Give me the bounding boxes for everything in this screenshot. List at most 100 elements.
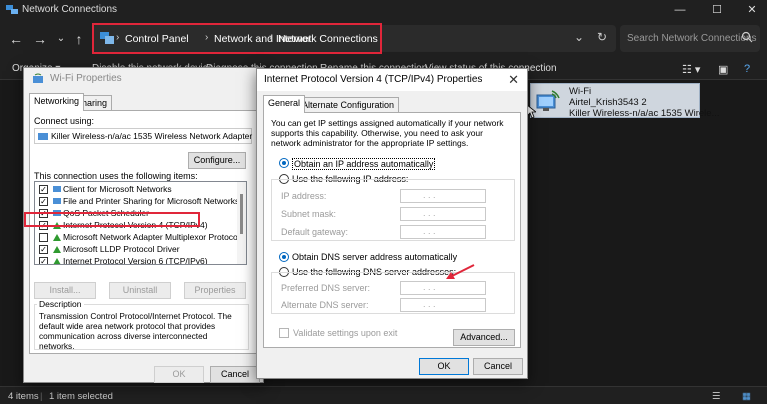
list-item-label: Microsoft LLDP Protocol Driver [63, 244, 180, 254]
wifi-properties-titlebar: Wi-Fi Properties [24, 68, 263, 90]
validate-settings-label: Validate settings upon exit [293, 328, 398, 338]
ipv4-properties-dialog: Internet Protocol Version 4 (TCP/IPv4) P… [256, 68, 528, 379]
list-item-label: Client for Microsoft Networks [63, 184, 172, 194]
search-box[interactable]: Search Network Connections [620, 25, 760, 52]
mouse-cursor-icon [527, 105, 536, 119]
list-item[interactable]: Microsoft Network Adapter Multiplexor Pr… [39, 232, 240, 244]
status-item-count: 4 items [8, 391, 39, 402]
checkbox-checked-icon[interactable]: ✓ [39, 257, 48, 264]
subnet-mask-label: Subnet mask: [281, 209, 337, 219]
view-options-icon[interactable]: ☷ ▾ [682, 63, 700, 76]
ip-address-field[interactable]: . . . [400, 189, 486, 203]
forward-icon[interactable]: → [30, 29, 50, 49]
obtain-dns-auto-label[interactable]: Obtain DNS server address automatically [292, 252, 457, 262]
wifi-adapter-card[interactable]: Wi-Fi Airtel_Krish3543 2 Killer Wireless… [530, 83, 719, 119]
details-view-icon[interactable]: ☰ [712, 391, 721, 402]
refresh-icon[interactable]: ↻ [597, 30, 607, 44]
address-dropdown-icon[interactable]: ⌄ [574, 30, 584, 44]
maximize-icon[interactable]: ☐ [705, 2, 729, 18]
connect-using-label: Connect using: [34, 116, 95, 126]
default-gateway-label: Default gateway: [281, 227, 349, 237]
breadcrumb-network-connections[interactable]: Network Connections [278, 33, 378, 45]
close-icon[interactable]: ✕ [740, 2, 764, 18]
subnet-mask-field[interactable]: . . . [400, 207, 486, 221]
close-icon[interactable]: ✕ [508, 72, 519, 88]
cancel-button[interactable]: Cancel [210, 366, 260, 383]
help-icon[interactable]: ? [744, 63, 750, 75]
adapter-icon [38, 133, 48, 140]
recent-chevron-icon[interactable]: ⌄ [51, 29, 71, 49]
protocol-icon [53, 234, 61, 241]
control-panel-icon [100, 32, 114, 44]
tab-alternate-configuration[interactable]: Alternate Configuration [297, 97, 400, 113]
printer-sharing-icon [53, 198, 61, 204]
list-item-label: Internet Protocol Version 6 (TCP/IPv6) [63, 256, 208, 265]
window-title: Network Connections [22, 4, 118, 15]
status-bar: 4 items | 1 item selected ☰ ▦ [0, 386, 767, 404]
list-item[interactable]: ✓ Internet Protocol Version 6 (TCP/IPv6) [39, 256, 239, 265]
preview-pane-icon[interactable]: ▣ [718, 63, 728, 76]
obtain-ip-auto-label[interactable]: Obtain an IP address automatically [292, 158, 436, 170]
scrollbar-thumb[interactable] [240, 194, 243, 234]
items-label: This connection uses the following items… [34, 171, 198, 181]
red-arrow-annotation-icon [446, 264, 475, 279]
search-icon [741, 31, 753, 43]
uninstall-button[interactable]: Uninstall [109, 282, 171, 299]
cancel-button[interactable]: Cancel [473, 358, 523, 375]
checkbox-checked-icon[interactable]: ✓ [39, 185, 48, 194]
list-item[interactable]: ✓ File and Printer Sharing for Microsoft … [39, 196, 239, 208]
back-icon[interactable]: ← [6, 29, 26, 49]
configure-button[interactable]: Configure... [188, 152, 246, 169]
advanced-button[interactable]: Advanced... [453, 329, 515, 346]
radio-obtain-dns-auto[interactable] [279, 252, 289, 262]
alternate-dns-field[interactable]: . . . [400, 298, 486, 312]
network-client-icon [53, 186, 61, 192]
adapter-device: Killer Wireless-n/a/ac 1535 Wirele... [569, 108, 720, 119]
default-gateway-field[interactable]: . . . [400, 225, 486, 239]
wifi-properties-icon [33, 73, 43, 83]
adapter-name: Wi-Fi [569, 86, 592, 97]
install-button[interactable]: Install... [34, 282, 96, 299]
checkbox-unchecked-icon[interactable] [39, 233, 48, 242]
ipv4-properties-title: Internet Protocol Version 4 (TCP/IPv4) P… [264, 74, 483, 85]
radio-obtain-ip-auto[interactable] [279, 158, 289, 168]
list-item[interactable]: ✓ Microsoft LLDP Protocol Driver [39, 244, 239, 256]
protocol-icon [53, 246, 61, 253]
tab-general[interactable]: General [263, 95, 306, 113]
list-item[interactable]: ✓ Client for Microsoft Networks [39, 184, 239, 196]
minimize-icon[interactable]: — [668, 2, 692, 18]
wifi-adapter-icon [536, 90, 560, 111]
adapter-field: Killer Wireless-n/a/ac 1535 Wireless Net… [34, 128, 252, 144]
breadcrumb-chevron-icon: › [116, 32, 120, 43]
checkbox-checked-icon[interactable]: ✓ [39, 197, 48, 206]
breadcrumb-chevron-icon: › [205, 32, 209, 43]
intro-text: You can get IP settings assigned automat… [271, 118, 504, 148]
ip-address-label: IP address: [281, 191, 327, 201]
wifi-properties-title: Wi-Fi Properties [50, 73, 122, 84]
ipv4-highlight-box [24, 212, 200, 227]
description-label: Description [37, 299, 84, 309]
status-selected-count: 1 item selected [49, 391, 113, 402]
tab-networking[interactable]: Networking [29, 93, 85, 111]
status-divider: | [40, 391, 43, 402]
properties-button[interactable]: Properties [184, 282, 246, 299]
breadcrumb-control-panel[interactable]: Control Panel [125, 33, 189, 45]
adapter-network: Airtel_Krish3543 2 [569, 97, 647, 108]
breadcrumb-chevron-icon: › [269, 32, 273, 43]
explorer-titlebar: Network Connections — ☐ ✕ [0, 0, 767, 20]
description-text: Transmission Control Protocol/Internet P… [39, 311, 232, 351]
large-icons-view-icon[interactable]: ▦ [742, 391, 751, 402]
ok-button[interactable]: OK [419, 358, 469, 375]
checkbox-checked-icon[interactable]: ✓ [39, 245, 48, 254]
ok-button[interactable]: OK [154, 366, 204, 383]
search-placeholder: Search Network Connections [627, 33, 757, 44]
up-icon[interactable]: ↑ [69, 29, 89, 49]
list-scrollbar[interactable] [237, 182, 246, 264]
preferred-dns-field[interactable]: . . . [400, 281, 486, 295]
preferred-dns-label: Preferred DNS server: [281, 283, 371, 293]
list-item-label: Microsoft Network Adapter Multiplexor Pr… [63, 232, 240, 242]
ipv4-properties-titlebar: Internet Protocol Version 4 (TCP/IPv4) P… [257, 69, 527, 91]
validate-checkbox[interactable] [279, 328, 289, 338]
wifi-properties-dialog: Wi-Fi Properties Networking Sharing Conn… [23, 67, 264, 383]
network-connections-icon [6, 5, 18, 14]
